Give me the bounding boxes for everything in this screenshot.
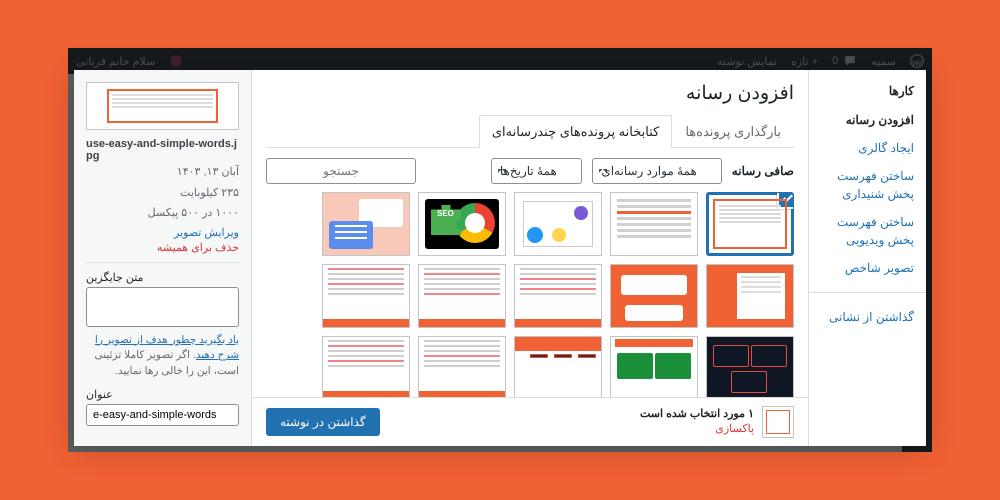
insert-button[interactable]: گذاشتن در نوشته	[266, 408, 380, 436]
attachment-details: use-easy-and-simple-words.jpg آبان ۱۳, ۱…	[74, 70, 252, 446]
action-audio-playlist[interactable]: ساختن فهرست پخش شنیداری	[821, 162, 914, 208]
media-item[interactable]: SEO	[418, 192, 506, 256]
attachment-date: آبان ۱۳, ۱۴۰۳	[86, 164, 239, 181]
media-item[interactable]	[418, 336, 506, 397]
attachment-dims: ۱۰۰۰ در ۵۰۰ پیکسل	[86, 205, 239, 222]
alt-text-input[interactable]	[86, 287, 239, 327]
action-add-media[interactable]: افزودن رسانه	[821, 106, 914, 134]
modal-title: افزودن رسانه	[266, 82, 794, 105]
action-create-gallery[interactable]: ایجاد گالری	[821, 134, 914, 162]
filter-label: صافی رسانه	[732, 164, 794, 178]
actions-heading: کارها	[821, 84, 914, 98]
alt-label: متن جایگزین	[86, 271, 239, 284]
alt-help: یاد بگیرید چطور هدف از تصویر را شرح دهید…	[86, 333, 239, 380]
media-item[interactable]	[706, 336, 794, 397]
media-item[interactable]	[514, 264, 602, 328]
actions-sidebar: کارها افزودن رسانه ایجاد گالری ساختن فهر…	[808, 70, 926, 446]
media-item[interactable]	[610, 336, 698, 397]
media-modal: ✕ کارها افزودن رسانه ایجاد گالری ساختن ف…	[74, 70, 926, 446]
media-main: افزودن رسانه بارگذاری پرونده‌ها کتابخانه…	[252, 70, 808, 446]
attachment-size: ۲۳۵ کیلوبایت	[86, 185, 239, 202]
action-featured-image[interactable]: تصویر شاخص	[821, 254, 914, 282]
title-input[interactable]	[86, 404, 239, 426]
media-item[interactable]	[514, 192, 602, 256]
media-item[interactable]	[322, 336, 410, 397]
media-item[interactable]	[322, 192, 410, 256]
media-item[interactable]	[514, 336, 602, 397]
selection-info: ۱ مورد انتخاب شده است پاکسازی	[640, 406, 794, 438]
selection-thumb[interactable]	[762, 406, 794, 438]
clear-selection[interactable]: پاکسازی	[715, 423, 754, 435]
search-input[interactable]	[266, 158, 416, 184]
tab-upload[interactable]: بارگذاری پرونده‌ها	[672, 115, 794, 148]
media-item[interactable]	[610, 264, 698, 328]
media-item[interactable]	[610, 192, 698, 256]
tab-library[interactable]: کتابخانه پرونده‌های چندرسانه‌ای	[479, 115, 672, 148]
media-item[interactable]	[418, 264, 506, 328]
selection-count: ۱ مورد انتخاب شده است	[640, 408, 754, 420]
modal-footer: ۱ مورد انتخاب شده است پاکسازی گذاشتن در …	[252, 397, 808, 446]
attachment-preview	[86, 82, 239, 130]
title-label: عنوان	[86, 388, 239, 401]
media-toolbar: صافی رسانه همهٔ موارد رسانه‌ای همهٔ تاری…	[252, 148, 808, 192]
media-tabs: بارگذاری پرونده‌ها کتابخانه پرونده‌های چ…	[266, 115, 794, 148]
action-video-playlist[interactable]: ساختن فهرست پخش ویدیویی	[821, 208, 914, 254]
media-item[interactable]	[322, 264, 410, 328]
media-item[interactable]	[706, 264, 794, 328]
filter-date-select[interactable]: همهٔ تاریخ‌ها	[491, 158, 582, 184]
filter-type-select[interactable]: همهٔ موارد رسانه‌ای	[592, 158, 722, 184]
edit-image-link[interactable]: ویرایش تصویر	[86, 226, 239, 239]
attachment-filename: use-easy-and-simple-words.jpg	[86, 138, 239, 162]
action-insert-from-url[interactable]: گذاشتن از نشانی	[821, 303, 914, 331]
media-item-selected[interactable]	[706, 192, 794, 256]
media-grid: SEO	[252, 192, 808, 397]
delete-image-link[interactable]: حذف برای همیشه	[86, 241, 239, 254]
